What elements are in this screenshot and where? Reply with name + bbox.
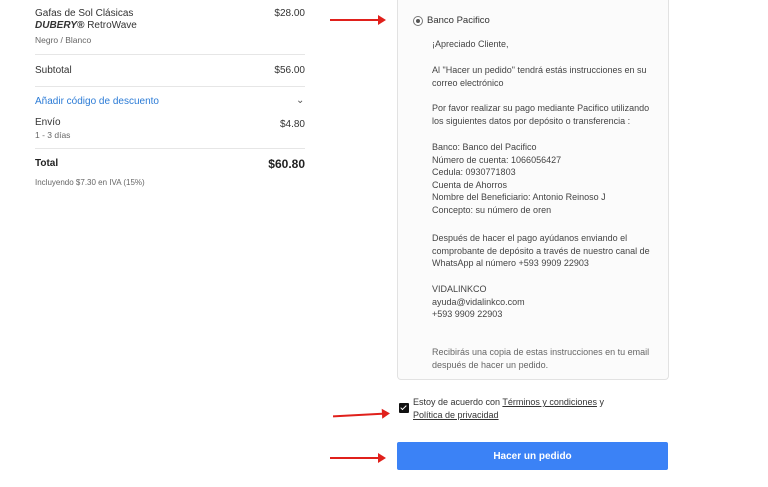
total-label: Total	[35, 158, 59, 169]
terms-prefix: Estoy de acuerdo con	[413, 397, 503, 407]
subtotal-value: $56.00	[274, 65, 305, 76]
payment-method-radio[interactable]	[413, 16, 423, 26]
annotation-arrow	[330, 453, 386, 463]
copy-note: Recibirás una copia de estas instruccion…	[432, 347, 650, 370]
greeting: ¡Apreciado Cliente,	[432, 39, 509, 49]
subtotal-label: Subtotal	[35, 65, 72, 76]
product-price: $28.00	[274, 8, 305, 19]
after-payment-text: Después de hacer el pago ayúdanos envian…	[432, 233, 650, 268]
company-line: ayuda@vidalinkco.com	[432, 296, 525, 307]
total-value: $60.80	[268, 157, 305, 171]
divider	[35, 148, 305, 149]
bank-line: Banco: Banco del Pacifico	[432, 142, 537, 152]
privacy-link[interactable]: Política de privacidad	[413, 410, 499, 420]
request-text: Por favor realizar su pago mediante Paci…	[432, 103, 650, 126]
payment-method-label[interactable]: Banco Pacifico	[427, 15, 490, 26]
company-line: VIDALINKCO	[432, 284, 487, 294]
product-brand: DUBERY®	[35, 20, 85, 31]
terms-link[interactable]: Términos y condiciones	[502, 397, 597, 407]
shipping-value: $4.80	[279, 119, 305, 130]
product-model: RetroWave	[84, 20, 137, 31]
product-brand-line: DUBERY® RetroWave	[35, 20, 137, 32]
company-line: +593 9909 22903	[432, 309, 503, 319]
product-name: Gafas de Sol Clásicas	[35, 8, 134, 19]
annotation-arrow	[332, 412, 385, 418]
terms-middle: y	[596, 397, 604, 407]
chevron-down-icon[interactable]: ⌄	[296, 95, 304, 106]
bank-line: Número de cuenta: 1066056427	[432, 154, 562, 165]
product-variant: Negro / Blanco	[35, 35, 92, 45]
bank-details: Banco: Banco del Pacifico Número de cuen…	[432, 141, 660, 216]
divider	[35, 86, 305, 87]
company-contact: VIDALINKCO ayuda@vidalinkco.com +593 990…	[432, 283, 660, 321]
annotation-arrow	[330, 15, 386, 25]
shipping-label: Envío	[35, 117, 61, 128]
bank-line: Concepto: su número de oren	[432, 204, 552, 215]
bank-line: Cuenta de Ahorros	[432, 179, 508, 190]
terms-checkbox[interactable]	[399, 403, 409, 413]
add-discount-code-link[interactable]: Añadir código de descuento	[35, 96, 159, 107]
intro-text: Al "Hacer un pedido" tendrá estás instru…	[432, 65, 647, 88]
divider	[35, 54, 305, 55]
place-order-button[interactable]: Hacer un pedido	[397, 442, 668, 470]
bank-line: Cedula: 0930771803	[432, 167, 516, 177]
terms-text: Estoy de acuerdo con Términos y condicio…	[413, 396, 653, 421]
tax-note: Incluyendo $7.30 en IVA (15%)	[35, 178, 145, 187]
bank-line: Nombre del Beneficiario: Antonio Reinoso…	[432, 192, 606, 202]
shipping-days: 1 - 3 días	[35, 130, 71, 140]
